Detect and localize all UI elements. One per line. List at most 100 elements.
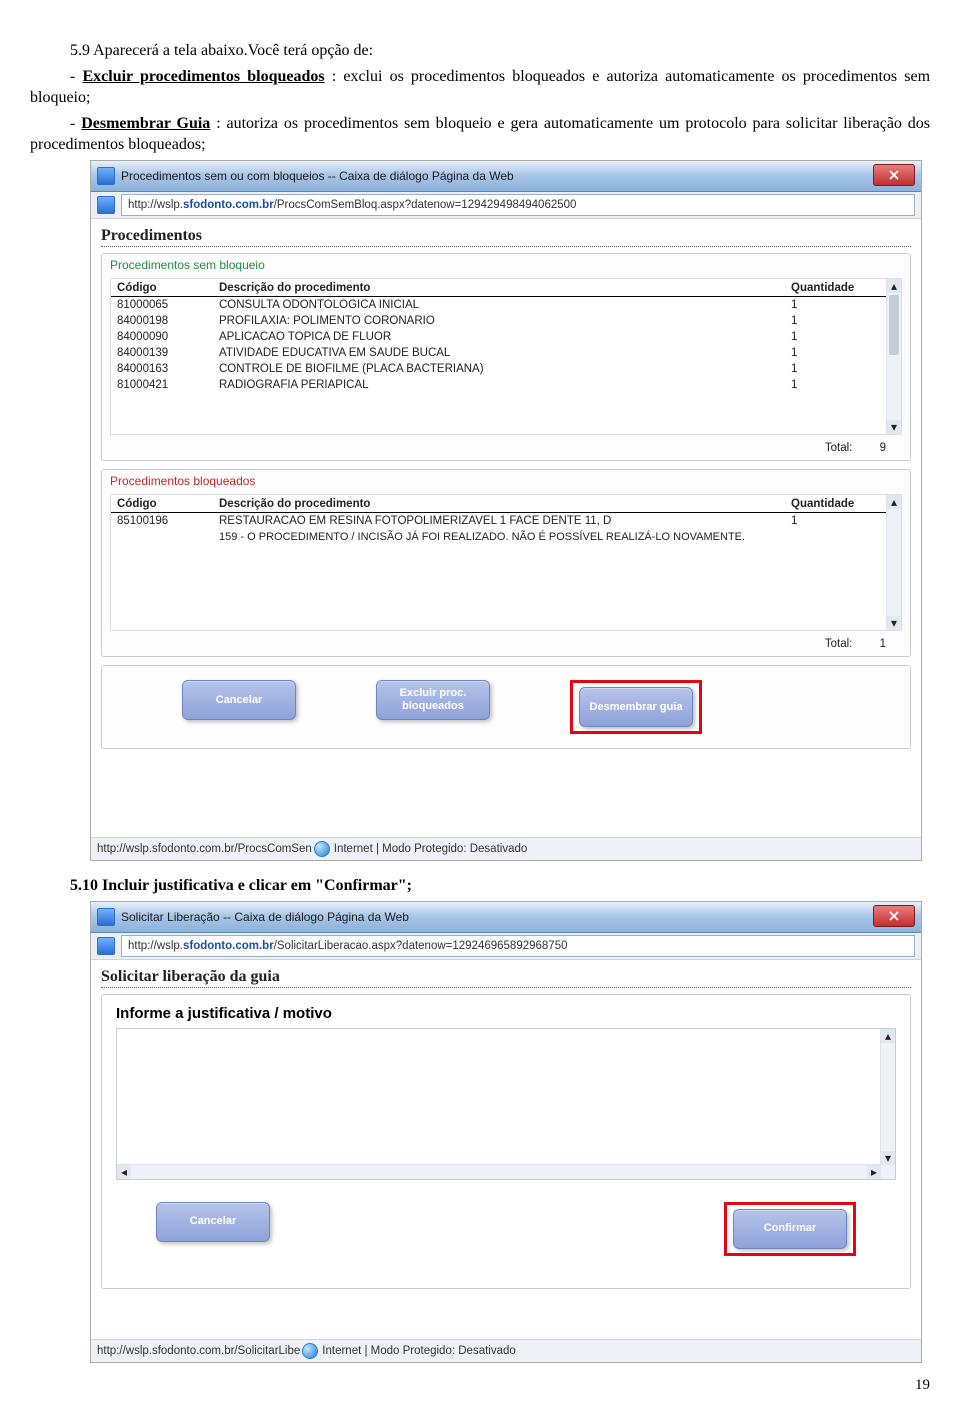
url-prefix: http://wslp.: [128, 940, 183, 952]
cell-desc: APLICACAO TOPICA DE FLUOR: [213, 329, 785, 345]
cell-desc: RADIOGRAFIA PERIAPICAL: [213, 377, 785, 393]
table-row[interactable]: 81000065CONSULTA ODONTOLOGICA INICIAL1: [111, 296, 887, 313]
scroll-right-icon[interactable]: ▸: [867, 1165, 881, 1179]
buttons-panel: Cancelar Excluir proc. bloqueados Desmem…: [101, 665, 911, 749]
scroll-left-icon[interactable]: ◂: [117, 1165, 131, 1179]
vertical-scrollbar[interactable]: ▴ ▾: [886, 495, 901, 630]
window-title: Solicitar Liberação -- Caixa de diálogo …: [121, 910, 409, 924]
globe-icon: [302, 1343, 318, 1359]
close-button[interactable]: [873, 905, 915, 927]
vertical-scrollbar[interactable]: ▴ ▾: [880, 1029, 895, 1179]
highlight-box: Desmembrar guia: [570, 680, 702, 734]
scroll-down-icon[interactable]: ▾: [887, 616, 901, 630]
scroll-thumb[interactable]: [889, 295, 899, 355]
excluir-proc-button[interactable]: Excluir proc. bloqueados: [376, 680, 490, 720]
doc-paragraph-5-10: 5.10 Incluir justificativa e clicar em "…: [30, 875, 930, 897]
doc-paragraph-5-9: 5.9 Aparecerá a tela abaixo.Você terá op…: [30, 40, 930, 62]
cell-desc: ATIVIDADE EDUCATIVA EM SAUDE BUCAL: [213, 345, 785, 361]
globe-icon: [314, 841, 330, 857]
vertical-scrollbar[interactable]: ▴ ▾: [886, 279, 901, 434]
justificativa-label: Informe a justificativa / motivo: [116, 1005, 896, 1022]
url-field[interactable]: http://wslp. sfodonto.com.br /ProcsComSe…: [121, 194, 915, 216]
table-note-row: 159 - O PROCEDIMENTO / INCISÃO JÁ FOI RE…: [111, 529, 887, 545]
address-bar: http://wslp. sfodonto.com.br /ProcsComSe…: [91, 192, 921, 219]
table-bloqueados: Código Descrição do procedimento Quantid…: [111, 495, 887, 545]
scroll-down-icon[interactable]: ▾: [887, 420, 901, 434]
panel-title-sem-bloqueio: Procedimentos sem bloqueio: [102, 254, 910, 274]
col-quantidade: Quantidade: [785, 495, 887, 513]
url-prefix: http://wslp.: [128, 199, 183, 211]
cell-qty: 1: [785, 345, 887, 361]
highlight-box: Confirmar: [724, 1202, 856, 1256]
col-codigo: Código: [111, 279, 213, 297]
justificativa-panel: Informe a justificativa / motivo ▴ ▾ ◂ ▸…: [101, 994, 911, 1289]
titlebar[interactable]: Procedimentos sem ou com bloqueios -- Ca…: [91, 161, 921, 192]
cell-qty: 1: [785, 296, 887, 313]
panel-bloqueados: Procedimentos bloqueados Código Descriçã…: [101, 469, 911, 657]
close-button[interactable]: [873, 164, 915, 186]
col-quantidade: Quantidade: [785, 279, 887, 297]
blank-area: [101, 1289, 911, 1329]
table-row[interactable]: 84000139ATIVIDADE EDUCATIVA EM SAUDE BUC…: [111, 345, 887, 361]
cell-qty: 1: [785, 377, 887, 393]
close-icon: [889, 170, 899, 180]
cell-desc: CONSULTA ODONTOLOGICA INICIAL: [213, 296, 785, 313]
panel-title-bloqueados: Procedimentos bloqueados: [102, 470, 910, 490]
window-title: Procedimentos sem ou com bloqueios -- Ca…: [121, 169, 514, 183]
cell-code: 85100196: [111, 512, 213, 529]
scroll-up-icon[interactable]: ▴: [887, 495, 901, 509]
table-wrap-sem-bloqueio: Código Descrição do procedimento Quantid…: [110, 278, 902, 435]
status-text: Internet | Modo Protegido: Desativado: [334, 843, 528, 855]
justificativa-textarea[interactable]: ▴ ▾ ◂ ▸: [116, 1028, 896, 1180]
col-codigo: Código: [111, 495, 213, 513]
bullet-term: Desmembrar Guia: [81, 115, 210, 132]
doc-bullet-desmembrar: - Desmembrar Guia : autoriza os procedim…: [30, 113, 930, 156]
titlebar[interactable]: Solicitar Liberação -- Caixa de diálogo …: [91, 902, 921, 933]
bullet-dash: -: [70, 115, 81, 132]
cell-qty: 1: [785, 361, 887, 377]
table-row[interactable]: 81000421RADIOGRAFIA PERIAPICAL1: [111, 377, 887, 393]
address-bar: http://wslp. sfodonto.com.br /SolicitarL…: [91, 933, 921, 960]
bullet-dash: -: [70, 68, 82, 85]
blank-area: [101, 757, 911, 827]
panel-sem-bloqueio: Procedimentos sem bloqueio Código Descri…: [101, 253, 911, 461]
dialog-heading: Procedimentos: [101, 225, 911, 247]
page-favicon-icon: [97, 937, 115, 955]
url-path: /SolicitarLiberacao.aspx?datenow=1292469…: [274, 940, 568, 952]
table-row[interactable]: 84000198PROFILAXIA: POLIMENTO CORONARIO1: [111, 313, 887, 329]
status-text: Internet | Modo Protegido: Desativado: [322, 1345, 516, 1357]
horizontal-scrollbar[interactable]: ◂ ▸: [117, 1164, 881, 1179]
cell-code: 81000065: [111, 296, 213, 313]
ie-favicon-icon: [97, 167, 115, 185]
table-row[interactable]: 84000163CONTROLE DE BIOFILME (PLACA BACT…: [111, 361, 887, 377]
scroll-up-icon[interactable]: ▴: [881, 1029, 895, 1043]
scroll-up-icon[interactable]: ▴: [887, 279, 901, 293]
page-favicon-icon: [97, 196, 115, 214]
url-field[interactable]: http://wslp. sfodonto.com.br /SolicitarL…: [121, 935, 915, 957]
table-sem-bloqueio: Código Descrição do procedimento Quantid…: [111, 279, 887, 393]
doc-bullet-excluir: - Excluir procedimentos bloqueados : exc…: [30, 66, 930, 109]
url-host: sfodonto.com.br: [183, 199, 274, 211]
cell-desc: PROFILAXIA: POLIMENTO CORONARIO: [213, 313, 785, 329]
cell-code: 84000139: [111, 345, 213, 361]
total-row-bloqueados: Total: 1: [102, 635, 910, 656]
ie-favicon-icon: [97, 908, 115, 926]
status-bar: http://wslp.sfodonto.com.br/SolicitarLib…: [91, 1339, 921, 1362]
desmembrar-guia-button[interactable]: Desmembrar guia: [579, 687, 693, 727]
cell-code: 84000198: [111, 313, 213, 329]
dialog-procedimentos: Procedimentos sem ou com bloqueios -- Ca…: [90, 160, 922, 861]
confirm-button[interactable]: Confirmar: [733, 1209, 847, 1249]
scroll-down-icon[interactable]: ▾: [881, 1151, 895, 1165]
close-icon: [889, 911, 899, 921]
total-row-sem-bloqueio: Total: 9: [102, 439, 910, 460]
table-row[interactable]: 84000090APLICACAO TOPICA DE FLUOR1: [111, 329, 887, 345]
cancel-button[interactable]: Cancelar: [156, 1202, 270, 1242]
cell-qty: 1: [785, 329, 887, 345]
table-row[interactable]: 85100196RESTAURACAO EM RESINA FOTOPOLIME…: [111, 512, 887, 529]
button-row: Cancelar Excluir proc. bloqueados Desmem…: [102, 666, 910, 748]
cell-code: 84000090: [111, 329, 213, 345]
cancel-button[interactable]: Cancelar: [182, 680, 296, 720]
status-bar: http://wslp.sfodonto.com.br/ProcsComSen …: [91, 837, 921, 860]
page-number: 19: [30, 1377, 930, 1394]
total-label: Total:: [825, 638, 853, 650]
